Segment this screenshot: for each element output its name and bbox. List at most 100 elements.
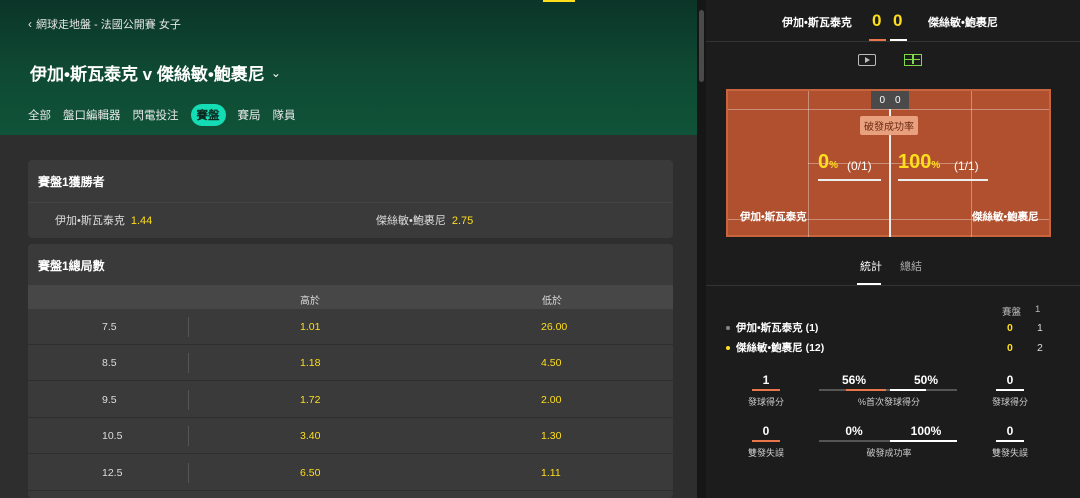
breadcrumb[interactable]: ‹ 網球走地盤 - 法國公開賽 女子 [28, 16, 181, 32]
first-serve-p1: 56% [841, 373, 867, 387]
column-under: 低於 [542, 296, 562, 307]
under-odds[interactable]: 1.11 [541, 467, 561, 479]
first-serve-label: %首次發球得分 [857, 397, 920, 407]
divider [188, 317, 189, 337]
court-score2: 0 [895, 94, 901, 106]
aces-p2-bar [996, 389, 1024, 391]
over-odds[interactable]: 3.40 [300, 430, 320, 442]
double-faults-label: 雙發失誤 [747, 448, 784, 458]
tennis-court: 0 0 破發成功率 0% (0/1) 100% (1/1) 伊加•斯瓦泰克 傑絲… [726, 89, 1051, 237]
aces-p2: 0 [1006, 373, 1014, 387]
first-serve-p1-bar [846, 389, 886, 391]
set1-header: 1 [1035, 304, 1041, 315]
break-points-label: 破發成功率 [866, 448, 912, 458]
odds-value[interactable]: 2.75 [452, 215, 473, 227]
scoreboard-player1: 伊加•斯瓦泰克 [782, 17, 852, 29]
under-odds[interactable]: 1.30 [541, 430, 561, 442]
view-toggle [858, 54, 922, 66]
pct-unit: % [931, 160, 941, 171]
active-indicator [543, 0, 575, 2]
divider [706, 285, 1080, 286]
over-odds[interactable]: 1.01 [300, 321, 320, 333]
set-winner-option-p1[interactable]: 伊加•斯瓦泰克 1.44 [55, 212, 152, 228]
divider [188, 463, 189, 483]
double-faults-p1: 0 [762, 424, 770, 438]
player-name: 傑絲敏•鮑裹尼 (12) [736, 342, 825, 354]
scrollbar-thumb[interactable] [699, 10, 704, 82]
set-winner-option-p2[interactable]: 傑絲敏•鮑裹尼 2.75 [376, 212, 473, 228]
table-row: 8.5 1.18 4.50 [28, 345, 673, 381]
first-serve-p2: 50% [913, 373, 939, 387]
chevron-left-icon[interactable]: ‹ [28, 18, 32, 30]
court-score-box: 0 0 [871, 91, 909, 109]
p2-pct-value: 100 [898, 151, 932, 173]
player-name: 伊加•斯瓦泰克 (1) [736, 322, 819, 334]
match-title[interactable]: 伊加•斯瓦泰克 v 傑絲敏•鮑裹尼 ⌄ [30, 60, 281, 85]
court-icon[interactable] [904, 54, 922, 66]
p1-underline [818, 179, 881, 181]
player-name: 伊加•斯瓦泰克 [55, 215, 125, 227]
server-dot-icon [726, 325, 730, 330]
sets-header: 賽盤 [1002, 307, 1022, 318]
live-panel: 伊加•斯瓦泰克 0 0 傑絲敏•鮑裹尼 0 0 破發成功率 0% (0/1) 1… [706, 0, 1080, 498]
tab-all[interactable]: 全部 [28, 104, 51, 126]
court-score1: 0 [879, 94, 885, 106]
main-panel: ‹ 網球走地盤 - 法國公開賽 女子 伊加•斯瓦泰克 v 傑絲敏•鮑裹尼 ⌄ 全… [0, 0, 697, 498]
line-value: 9.5 [102, 394, 117, 406]
over-odds[interactable]: 1.72 [300, 394, 320, 406]
table-row: 10.5 3.40 1.30 [28, 418, 673, 454]
p2-underline [898, 179, 988, 181]
divider [188, 390, 189, 410]
first-serve-p2-bar [890, 389, 926, 391]
scoreboard: 伊加•斯瓦泰克 0 0 傑絲敏•鮑裹尼 [706, 0, 1080, 42]
scrollbar[interactable] [697, 0, 706, 498]
total-games-card: 賽盤1總局數 高於 低於 7.5 1.01 26.00 8.5 1.18 4.5… [28, 244, 673, 498]
over-odds[interactable]: 1.18 [300, 357, 320, 369]
under-odds[interactable]: 2.00 [541, 394, 561, 406]
scoreboard-player2: 傑絲敏•鮑裹尼 [928, 17, 998, 29]
line-value: 8.5 [102, 357, 117, 369]
aces-label-p2: 發球得分 [991, 397, 1028, 407]
table-header: 高於 低於 [28, 285, 673, 309]
tab-summary[interactable]: 總結 [900, 258, 922, 274]
p1-pct-value: 0 [818, 151, 830, 173]
scoreboard-score2: 0 [893, 11, 903, 30]
p2-percentage: 100% [898, 151, 940, 174]
tab-bet-builder[interactable]: 盤口編輯器 [63, 104, 121, 126]
player2-color-bar [890, 39, 907, 41]
market-tabs: 全部 盤口編輯器 閃電投注 賽盤 賽局 隊員 [28, 104, 296, 126]
total-games-title[interactable]: 賽盤1總局數 [28, 244, 673, 274]
tab-quick-bet[interactable]: 閃電投注 [133, 104, 179, 126]
video-icon[interactable] [858, 54, 876, 66]
sets-won: 0 [1007, 341, 1013, 354]
double-faults-p2: 0 [1006, 424, 1014, 438]
under-odds[interactable]: 26.00 [541, 321, 567, 333]
p1-percentage: 0% [818, 151, 838, 174]
match-title-text[interactable]: 伊加•斯瓦泰克 v 傑絲敏•鮑裹尼 [30, 60, 265, 85]
court-player1: 伊加•斯瓦泰克 [740, 211, 807, 223]
first-serve-track [819, 389, 957, 391]
tab-sets[interactable]: 賽盤 [190, 104, 226, 126]
chevron-down-icon[interactable]: ⌄ [271, 66, 281, 80]
court-player2: 傑絲敏•鮑裹尼 [972, 211, 1039, 223]
tab-players[interactable]: 隊員 [273, 104, 296, 126]
table-row: 7.5 1.01 26.00 [28, 309, 673, 345]
over-odds[interactable]: 6.50 [300, 467, 320, 479]
odds-value[interactable]: 1.44 [131, 215, 152, 227]
aces-p1: 1 [762, 373, 770, 387]
double-faults-p1-bar [752, 440, 780, 442]
column-over: 高於 [300, 296, 320, 307]
line-value: 7.5 [102, 321, 117, 333]
under-odds[interactable]: 4.50 [541, 357, 561, 369]
match-header: ‹ 網球走地盤 - 法國公開賽 女子 伊加•斯瓦泰克 v 傑絲敏•鮑裹尼 ⌄ 全… [0, 0, 697, 135]
table-row: 9.5 1.72 2.00 [28, 382, 673, 418]
player-row-2: 傑絲敏•鮑裹尼 (12) 0 2 [726, 340, 1043, 355]
break-points-p2-bar [890, 440, 957, 442]
divider [188, 353, 189, 373]
breadcrumb-text[interactable]: 網球走地盤 - 法國公開賽 女子 [36, 16, 181, 32]
tab-games[interactable]: 賽局 [238, 104, 261, 126]
tab-stats[interactable]: 統計 [860, 258, 882, 274]
line-value: 10.5 [102, 430, 123, 442]
player1-color-bar [869, 39, 886, 41]
set-winner-title[interactable]: 賽盤1獲勝者 [28, 160, 673, 190]
